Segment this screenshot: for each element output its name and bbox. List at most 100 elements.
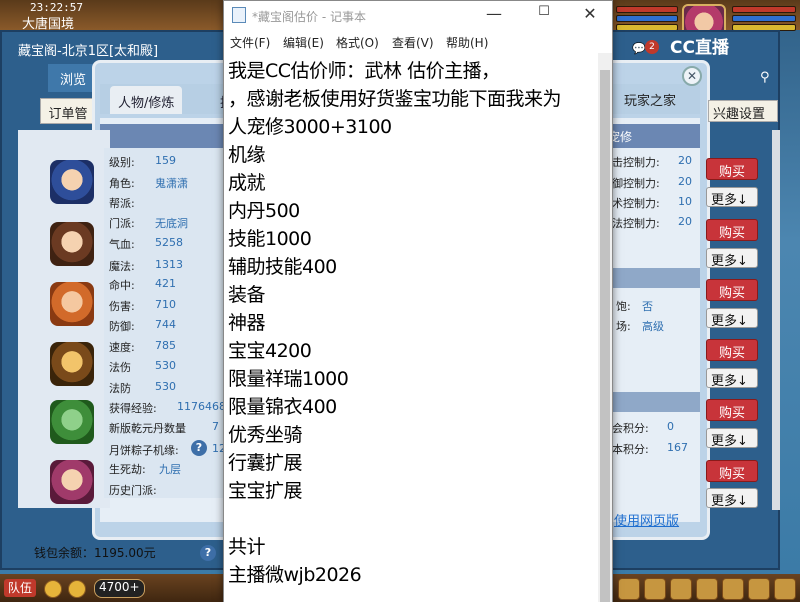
pet-avatar[interactable]	[50, 342, 94, 386]
close-icon[interactable]: ✕	[572, 4, 608, 28]
player-hp-bar	[616, 6, 678, 13]
detail-label: 获得经验:	[109, 402, 157, 415]
text-line: 人宠修3000+3100	[228, 116, 392, 138]
detail-value: 7	[212, 420, 219, 433]
more-button[interactable]: 更多↓	[706, 488, 758, 509]
text-line: 宝宝4200	[228, 340, 312, 362]
detail-label: 级别:	[109, 156, 135, 169]
detail-label: 角色:	[109, 177, 135, 190]
pet-stat-value: 10	[678, 195, 692, 208]
character-avatar[interactable]	[50, 460, 94, 504]
buy-button[interactable]: 购买	[706, 339, 758, 361]
notepad-scroll-thumb[interactable]	[600, 70, 610, 602]
skill-icon[interactable]	[696, 578, 718, 600]
system-icon[interactable]	[748, 578, 770, 600]
help-icon[interactable]: ?	[191, 440, 207, 456]
menu-format[interactable]: 格式(O)	[336, 34, 379, 51]
text-line: 限量锦衣400	[228, 396, 337, 418]
search-icon[interactable]: ⚲	[760, 70, 776, 86]
text-line: 机缘	[228, 144, 266, 166]
detail-label: 命中:	[109, 279, 135, 292]
maximize-icon[interactable]: ☐	[526, 4, 562, 28]
score-value: 167	[667, 441, 688, 454]
detail-label: 魔法:	[109, 260, 135, 273]
map-icon[interactable]	[644, 578, 666, 600]
detail-value: 530	[155, 359, 176, 372]
cc-live-logo: CC直播	[670, 38, 729, 58]
menu-edit[interactable]: 编辑(E)	[283, 34, 324, 51]
mic-icon[interactable]	[44, 580, 62, 598]
menu-help[interactable]: 帮助(H)	[446, 34, 488, 51]
pet-avatar[interactable]	[50, 400, 94, 444]
interest-settings-button[interactable]: 兴趣设置	[708, 100, 778, 122]
tab-order-manage[interactable]: 订单管	[40, 98, 96, 124]
detail-label: 伤害:	[109, 300, 135, 313]
notepad-title: *藏宝阁估价 - 记事本	[252, 10, 366, 24]
friends-icon[interactable]	[670, 578, 692, 600]
buy-button[interactable]: 购买	[706, 219, 758, 241]
detail-label: 门派:	[109, 217, 135, 230]
buy-button[interactable]: 购买	[706, 158, 758, 180]
settings-icon[interactable]	[774, 578, 796, 600]
buy-button[interactable]: 购买	[706, 279, 758, 301]
notification-badge: 2	[645, 40, 659, 54]
more-button[interactable]: 更多↓	[706, 368, 758, 389]
text-line: 优秀坐骑	[228, 424, 303, 446]
pet-stat-label: 术控制力:	[612, 197, 660, 210]
detail-value: 无底洞	[155, 217, 188, 230]
detail-label: 法防	[109, 382, 131, 395]
close-icon[interactable]: ✕	[682, 66, 702, 86]
pet-stat-value: 20	[678, 215, 692, 228]
use-web-version-link[interactable]: 使用网页版	[614, 510, 679, 529]
pet-stat-label: 法控制力:	[612, 217, 660, 230]
character-avatar[interactable]	[50, 222, 94, 266]
detail-value: 鬼潇潇	[155, 177, 188, 190]
text-line: ，感谢老板使用好货鉴宝功能下面我来为	[228, 88, 562, 110]
detail-label: 新版乾元丹数量	[109, 422, 186, 435]
menu-file[interactable]: 文件(F)	[230, 34, 270, 51]
menu-view[interactable]: 查看(V)	[392, 34, 434, 51]
text-line: 技能1000	[228, 228, 312, 250]
wallet-balance: 钱包余额：1195.00元	[34, 546, 156, 560]
minimize-icon[interactable]: —	[476, 4, 512, 28]
more-button[interactable]: 更多↓	[706, 308, 758, 329]
character-avatar[interactable]	[50, 282, 94, 326]
pet-hp-bar	[732, 6, 796, 13]
score-label: 本积分:	[612, 443, 649, 456]
chat-bubble-icon[interactable]	[68, 580, 86, 598]
detail-value: 5258	[155, 236, 183, 249]
pet-icon[interactable]	[722, 578, 744, 600]
team-button[interactable]: 队伍	[4, 579, 37, 597]
pet-mp-bar	[732, 15, 796, 22]
character-avatar[interactable]	[50, 160, 94, 204]
text-line: 主播微wjb2026	[228, 564, 362, 586]
detail-label: 法伤	[109, 361, 131, 374]
detail-label: 月饼粽子机缘:	[109, 444, 179, 457]
pet-cultivation-header: 宠修	[600, 124, 700, 148]
pet-stat-value: 20	[678, 154, 692, 167]
text-line: 宝宝扩展	[228, 480, 303, 502]
player-mp-bar	[616, 15, 678, 22]
player-home-link[interactable]: 玩家之家	[624, 90, 676, 109]
detail-label: 生死劫:	[109, 463, 146, 476]
detail-label: 帮派:	[109, 197, 135, 210]
more-button[interactable]: 更多↓	[706, 428, 758, 449]
list-scrollbar[interactable]	[772, 130, 780, 510]
more-button[interactable]: 更多↓	[706, 248, 758, 269]
item-icon[interactable]	[618, 578, 640, 600]
detail-value: 710	[155, 298, 176, 311]
tab-browse[interactable]: 浏览	[48, 64, 98, 92]
buy-button[interactable]: 购买	[706, 460, 758, 482]
detail-label: 速度:	[109, 341, 135, 354]
detail-label: 防御:	[109, 320, 135, 333]
text-line: 装备	[228, 284, 266, 306]
notepad-text-area[interactable]: 我是CC估价师：武林 估价主播， ，感谢老板使用好货鉴宝功能下面我来为 人宠修3…	[224, 53, 598, 602]
buy-button[interactable]: 购买	[706, 399, 758, 421]
tab-character-cultivation[interactable]: 人物/修炼	[110, 86, 183, 114]
score-label: 会积分:	[612, 422, 649, 435]
text-line: 内丹500	[228, 200, 300, 222]
more-button[interactable]: 更多↓	[706, 187, 758, 208]
detail-label: 历史门派:	[109, 484, 157, 497]
detail-value: 159	[155, 154, 176, 167]
help-icon[interactable]: ?	[200, 545, 216, 561]
